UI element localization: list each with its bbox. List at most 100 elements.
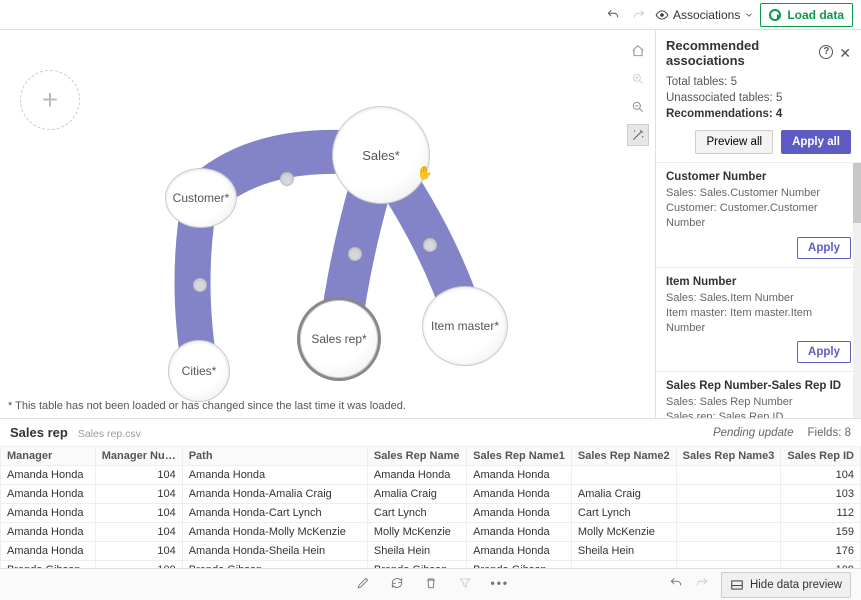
table-cell: Amanda Honda-Molly McKenzie <box>182 523 367 542</box>
canvas-tools <box>627 40 649 146</box>
table-cell: Sheila Hein <box>367 542 466 561</box>
table-cell <box>571 466 676 485</box>
table-cell: Amanda Honda <box>467 542 572 561</box>
load-data-icon <box>769 9 781 21</box>
table-row[interactable]: Amanda Honda104Amanda Honda-Amalia Craig… <box>1 485 861 504</box>
table-cell: 176 <box>781 542 861 561</box>
fields-count: Fields: 8 <box>808 427 851 439</box>
apply-button[interactable]: Apply <box>797 237 851 259</box>
recommendation-title: Sales Rep Number-Sales Rep ID <box>666 380 851 392</box>
help-icon[interactable]: ? <box>819 45 833 59</box>
table-cell: Amanda Honda-Amalia Craig <box>182 485 367 504</box>
scrollbar-track[interactable] <box>853 163 861 418</box>
column-header[interactable]: Path <box>182 447 367 466</box>
table-cell: Molly McKenzie <box>367 523 466 542</box>
recommendation-card[interactable]: Sales Rep Number-Sales Rep ID Sales: Sal… <box>656 372 861 418</box>
associations-canvas[interactable]: + Sales* ✋ Customer* Cities* Sales rep* … <box>0 30 655 418</box>
magic-wand-button[interactable] <box>627 124 649 146</box>
redo-button[interactable] <box>629 5 649 25</box>
apply-button[interactable]: Apply <box>797 341 851 363</box>
column-header[interactable]: Manager <box>1 447 96 466</box>
table-cell: Amanda Honda <box>1 504 96 523</box>
column-header[interactable]: Manager Nu… <box>95 447 182 466</box>
table-cell: 104 <box>95 542 182 561</box>
table-cell: Amanda Honda-Sheila Hein <box>182 542 367 561</box>
data-preview: Sales rep Sales rep.csv Pending update F… <box>0 418 861 580</box>
hide-preview-button[interactable]: Hide data preview <box>721 572 851 598</box>
recommendations-list: Customer Number Sales: Sales.Customer Nu… <box>656 162 861 418</box>
table-cell: Amanda Honda <box>182 466 367 485</box>
table-cell: Cart Lynch <box>367 504 466 523</box>
home-zoom-button[interactable] <box>627 40 649 62</box>
preview-all-button[interactable]: Preview all <box>695 130 773 154</box>
apply-all-button[interactable]: Apply all <box>781 130 851 154</box>
scrollbar-thumb[interactable] <box>853 163 861 223</box>
filter-button[interactable] <box>457 576 473 593</box>
table-cell <box>676 504 781 523</box>
redo-bottom-button[interactable] <box>695 576 709 593</box>
undo-button[interactable] <box>603 5 623 25</box>
recommendation-title: Customer Number <box>666 171 851 183</box>
zoom-out-button[interactable] <box>627 96 649 118</box>
table-cell: 104 <box>95 523 182 542</box>
table-cell: Amalia Craig <box>571 485 676 504</box>
view-dropdown[interactable]: Associations <box>655 8 754 22</box>
table-cell: Amanda Honda <box>1 485 96 504</box>
table-cell: 104 <box>95 504 182 523</box>
table-cell: 104 <box>781 466 861 485</box>
table-cell <box>676 523 781 542</box>
column-header[interactable]: Sales Rep Name1 <box>467 447 572 466</box>
table-cell: 104 <box>95 466 182 485</box>
table-cell: Amanda Honda <box>467 466 572 485</box>
table-row[interactable]: Amanda Honda104Amanda Honda-Molly McKenz… <box>1 523 861 542</box>
zoom-in-button[interactable] <box>627 68 649 90</box>
table-bubble-customer[interactable]: Customer* <box>165 168 237 228</box>
column-header[interactable]: Sales Rep Name2 <box>571 447 676 466</box>
data-table: ManagerManager Nu…PathSales Rep NameSale… <box>0 446 861 580</box>
column-header[interactable]: Sales Rep Name3 <box>676 447 781 466</box>
recommendations-panel: Recommended associations ? ✕ Total table… <box>655 30 861 418</box>
table-row[interactable]: Amanda Honda104Amanda Honda-Sheila HeinS… <box>1 542 861 561</box>
table-bubble-sales[interactable]: Sales* ✋ <box>332 106 430 204</box>
delete-button[interactable] <box>423 576 439 593</box>
table-row[interactable]: Amanda Honda104Amanda HondaAmanda HondaA… <box>1 466 861 485</box>
top-toolbar: Associations Load data <box>0 0 861 30</box>
pending-update-label: Pending update <box>713 427 794 439</box>
preview-table-name: Sales rep <box>10 425 68 440</box>
table-cell: Amalia Craig <box>367 485 466 504</box>
association-dot[interactable] <box>193 278 207 292</box>
table-cell: 112 <box>781 504 861 523</box>
table-bubble-cities[interactable]: Cities* <box>168 340 230 402</box>
table-cell: Amanda Honda <box>1 523 96 542</box>
table-cell: 159 <box>781 523 861 542</box>
table-bubble-itemmaster[interactable]: Item master* <box>422 286 508 366</box>
table-cell: Sheila Hein <box>571 542 676 561</box>
refresh-button[interactable] <box>389 576 405 593</box>
table-cell: Amanda Honda-Cart Lynch <box>182 504 367 523</box>
table-bubble-salesrep[interactable]: Sales rep* <box>300 300 378 378</box>
more-button[interactable]: ••• <box>491 576 507 593</box>
table-cell: Amanda Honda <box>467 504 572 523</box>
table-cell: Amanda Honda <box>1 542 96 561</box>
undo-bottom-button[interactable] <box>669 576 683 593</box>
association-dot[interactable] <box>280 172 294 186</box>
table-row[interactable]: Amanda Honda104Amanda Honda-Cart LynchCa… <box>1 504 861 523</box>
recommendation-card[interactable]: Customer Number Sales: Sales.Customer Nu… <box>656 163 861 268</box>
column-header[interactable]: Sales Rep Name <box>367 447 466 466</box>
edit-button[interactable] <box>355 576 371 593</box>
close-panel-icon[interactable]: ✕ <box>839 45 851 62</box>
table-cell <box>676 466 781 485</box>
panel-title: Recommended associations <box>666 38 819 68</box>
table-cell: Cart Lynch <box>571 504 676 523</box>
load-data-label: Load data <box>787 8 844 22</box>
recommendation-card[interactable]: Item Number Sales: Sales.Item Number Ite… <box>656 268 861 373</box>
load-data-button[interactable]: Load data <box>760 3 853 27</box>
association-dot[interactable] <box>423 238 437 252</box>
table-cell: Amanda Honda <box>467 485 572 504</box>
association-dot[interactable] <box>348 247 362 261</box>
table-cell <box>676 542 781 561</box>
table-cell: Amanda Honda <box>367 466 466 485</box>
bottom-toolbar: ••• Hide data preview <box>0 568 861 600</box>
grab-cursor-icon: ✋ <box>417 165 433 181</box>
column-header[interactable]: Sales Rep ID <box>781 447 861 466</box>
